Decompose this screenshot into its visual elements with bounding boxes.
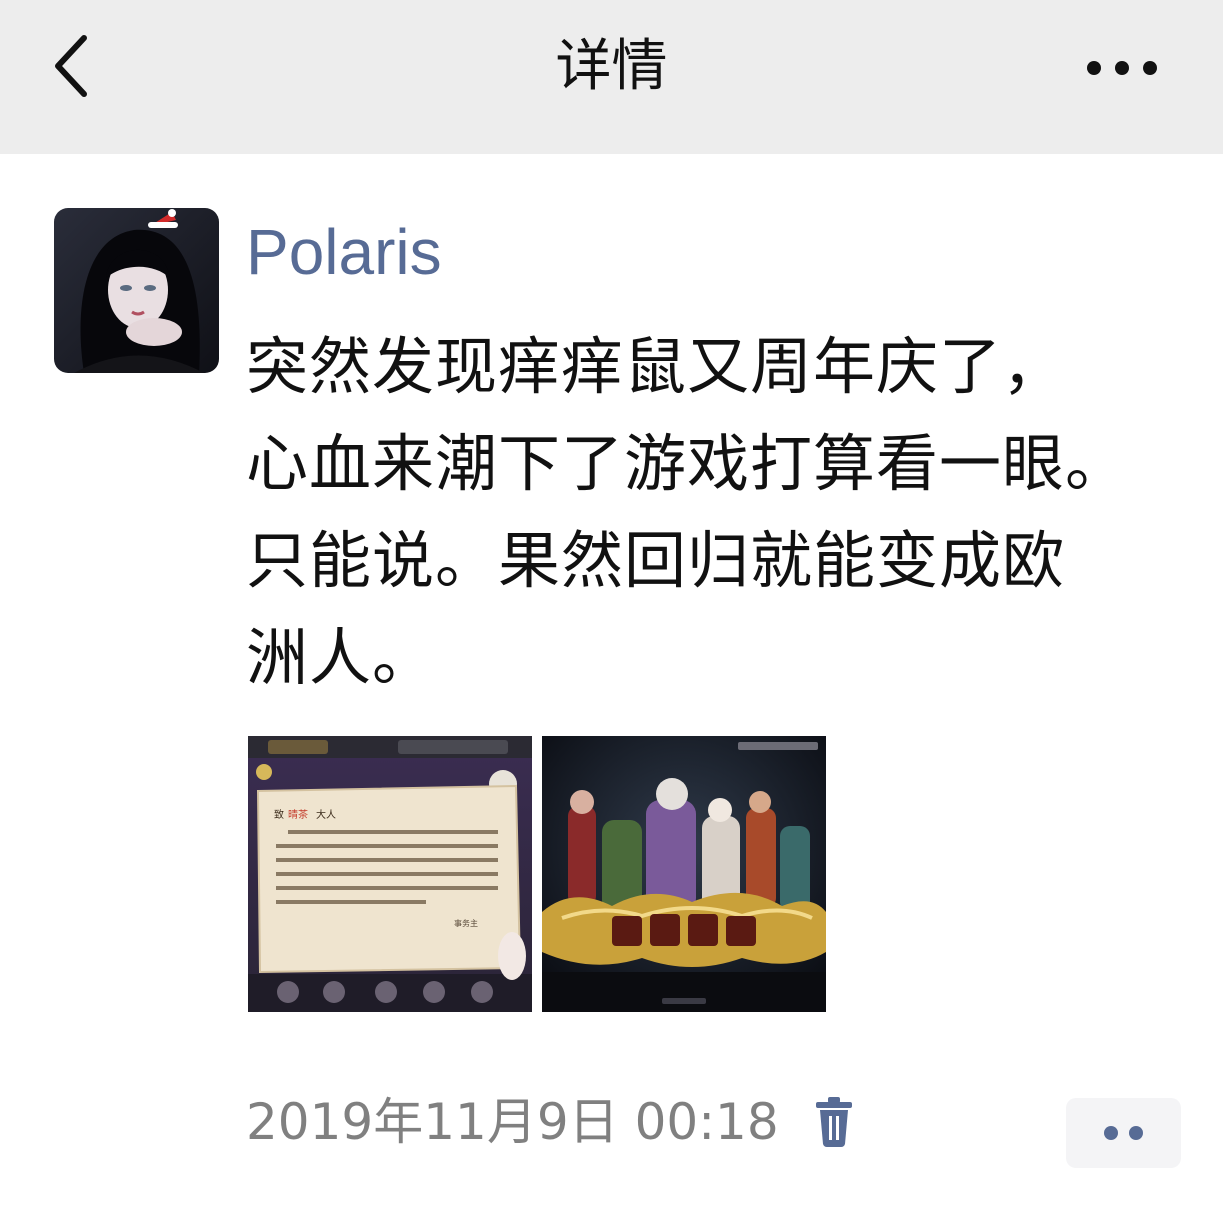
- avatar-image: [54, 208, 219, 373]
- more-dots-icon: [1087, 61, 1157, 75]
- delete-button[interactable]: [810, 1096, 858, 1148]
- page-title: 详情: [555, 34, 668, 99]
- letter-name: 晴茶: [288, 808, 308, 821]
- post-text-line: 突然发现痒痒鼠又周年庆了，: [246, 330, 1066, 403]
- post-text-line: 洲人。: [246, 621, 436, 694]
- trash-icon: [816, 1097, 852, 1147]
- post-text-line: 只能说。果然回归就能变成欧: [246, 524, 1066, 597]
- author-name[interactable]: Polaris: [246, 212, 442, 292]
- like-comment-button[interactable]: [1066, 1098, 1181, 1168]
- letter-title: 大人: [316, 808, 336, 821]
- photo-thumbnail-letter[interactable]: 致 晴茶 大人 事务主: [248, 736, 532, 1012]
- letter-salutation: 致: [274, 808, 284, 821]
- more-button[interactable]: [1082, 46, 1166, 90]
- photo-thumbnail-banner[interactable]: [542, 736, 826, 1012]
- post-text: 突然发现痒痒鼠又周年庆了， 心血来潮下了游戏打算看一眼。 只能说。果然回归就能变…: [246, 318, 1196, 706]
- moment-detail-page: 详情 Polaris 突然发现痒痒鼠又周年庆了， 心血来潮下了游戏打算看一眼。 …: [0, 0, 1223, 1223]
- letter-screenshot-image: 致 晴茶 大人 事务主: [248, 736, 532, 1012]
- avatar[interactable]: [54, 208, 219, 373]
- two-dots-icon: [1104, 1126, 1143, 1140]
- post-text-line: 心血来潮下了游戏打算看一眼。: [246, 427, 1129, 500]
- post-timestamp: 2019年11月9日 00:18: [246, 1093, 779, 1151]
- event-banner-image: [542, 736, 826, 1012]
- letter-signature: 事务主: [454, 918, 478, 928]
- navbar: 详情: [0, 0, 1223, 154]
